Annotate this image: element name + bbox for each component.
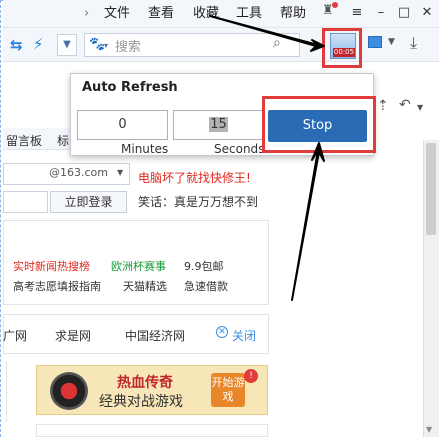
menu-file[interactable]: 文件 — [104, 0, 130, 28]
close-circle-icon[interactable]: ✕ — [216, 326, 228, 338]
ad-start-button[interactable]: 开始游戏 — [211, 373, 245, 407]
site-link-2[interactable]: 求是网 — [55, 327, 91, 344]
seconds-value: 15 — [209, 117, 228, 132]
site-link-1[interactable]: 广网 — [3, 327, 27, 344]
minimize-button[interactable]: – — [370, 2, 392, 24]
panel-edge — [3, 362, 7, 422]
news-link-tmall[interactable]: 天猫精选 — [123, 278, 167, 294]
menu-favorites[interactable]: 收藏 — [193, 0, 219, 28]
baidu-paw-icon: 🐾 — [89, 37, 106, 52]
news-link-exam[interactable]: 高考志愿填报指南 — [13, 278, 101, 294]
chevron-right-icon[interactable]: › — [84, 0, 89, 28]
game-logo-icon — [50, 372, 88, 410]
ad-title: 热血传奇 — [117, 375, 173, 391]
chevron-down-icon[interactable]: ▼ — [388, 37, 395, 47]
search-icon[interactable]: ⌕ — [273, 35, 281, 51]
compat-mode-icon[interactable]: ⇆ — [10, 36, 23, 54]
menu-icon[interactable]: ≡ — [346, 2, 368, 24]
chevron-down-icon[interactable]: ▼ — [117, 168, 123, 177]
seconds-label: Seconds — [214, 142, 265, 156]
site-link-3[interactable]: 中国经济网 — [125, 327, 185, 344]
minutes-label: Minutes — [121, 142, 169, 156]
ad-badge-icon: ! — [244, 369, 258, 383]
lightning-icon[interactable]: ⚡ — [33, 35, 44, 53]
scroll-thumb[interactable] — [426, 143, 436, 235]
bookmark-guestbook[interactable]: 留言板 — [6, 132, 42, 149]
news-link-deal[interactable]: 9.9包邮 — [184, 258, 224, 274]
search-placeholder: 搜索 — [115, 40, 142, 55]
close-link[interactable]: 关闭 — [232, 327, 256, 344]
promo-link[interactable]: 电脑坏了就找快修王! — [138, 169, 251, 186]
extension-timer-badge: 00:05 — [333, 48, 355, 57]
undo-icon[interactable]: ↶ — [399, 97, 411, 113]
minutes-input[interactable]: 0 — [77, 110, 168, 140]
share-icon[interactable]: ⇡ — [377, 98, 389, 114]
menu-help[interactable]: 帮助 — [280, 0, 306, 28]
chevron-down-icon[interactable]: ▼ — [417, 103, 423, 112]
bottom-panel — [36, 424, 268, 437]
login-button[interactable]: 立即登录 — [50, 191, 127, 213]
menu-view[interactable]: 查看 — [148, 0, 174, 28]
ad-subtitle: 经典对战游戏 — [99, 394, 183, 410]
news-link-hot[interactable]: 实时新闻热搜榜 — [13, 258, 90, 274]
close-button[interactable]: ✕ — [416, 2, 438, 24]
maximize-button[interactable]: □ — [393, 2, 415, 24]
seconds-input[interactable]: 15 — [173, 110, 264, 140]
stop-button[interactable]: Stop — [268, 110, 367, 142]
news-link-euro[interactable]: 欧洲杯赛事 — [111, 258, 166, 274]
download-icon[interactable]: ⤓ — [410, 33, 417, 53]
joke-link[interactable]: 笑话：真是万万想不到 — [138, 193, 258, 210]
password-field[interactable] — [3, 191, 48, 213]
menu-tools[interactable]: 工具 — [236, 0, 262, 28]
email-domain[interactable]: @163.com — [49, 166, 108, 179]
bookmark-partial[interactable]: 标 — [57, 132, 69, 149]
scroll-down-arrow-icon[interactable]: ▼ — [426, 425, 432, 434]
search-engine-dropdown-icon[interactable]: ▾ — [104, 41, 108, 50]
news-link-loan[interactable]: 急速借款 — [184, 278, 228, 294]
notification-dot — [332, 2, 338, 8]
popup-title: Auto Refresh — [82, 80, 178, 95]
screen-capture-icon[interactable] — [368, 36, 382, 48]
chevron-down-icon[interactable]: ▼ — [57, 34, 77, 56]
